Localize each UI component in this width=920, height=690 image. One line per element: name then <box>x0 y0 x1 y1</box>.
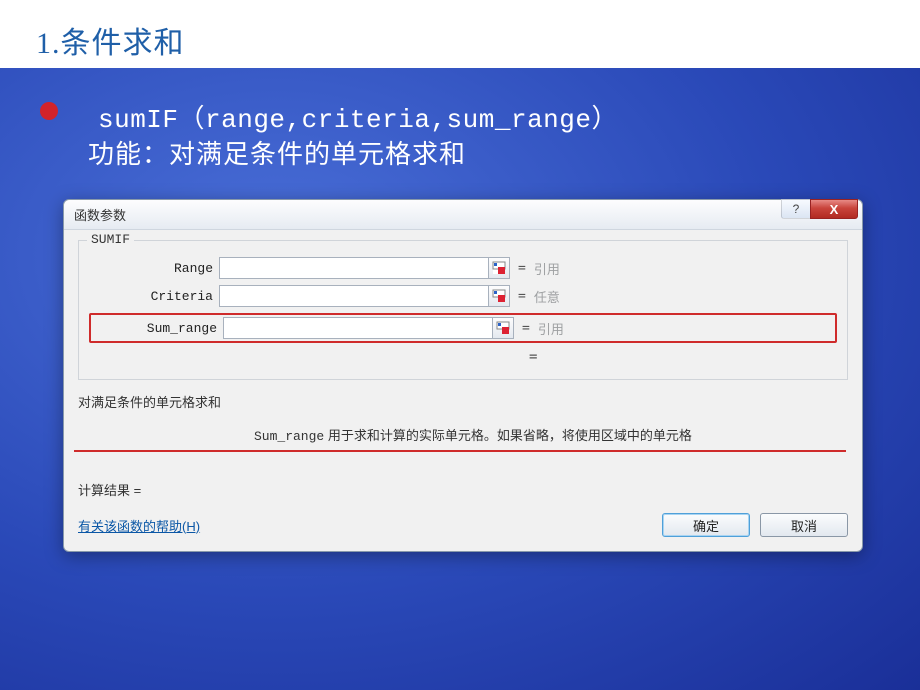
dialog-titlebar[interactable]: 函数参数 ? X <box>64 200 862 230</box>
cancel-button[interactable]: 取消 <box>760 513 848 537</box>
param-row-criteria: Criteria = 任意 <box>89 285 837 307</box>
parameter-description: Sum_range 用于求和计算的实际单元格。如果省略，将使用区域中的单元格 <box>74 425 846 452</box>
function-description: 功能：对满足条件的单元格求和 <box>88 134 466 171</box>
window-buttons: ? X <box>782 199 858 219</box>
dialog-title: 函数参数 <box>74 205 126 224</box>
sum-range-hint: 引用 <box>538 319 564 338</box>
sum-range-ref-button[interactable] <box>492 317 514 339</box>
param-label-range: Range <box>89 261 219 276</box>
function-name-label: SUMIF <box>87 232 134 247</box>
equals-sign: = <box>518 289 526 304</box>
function-group: SUMIF Range = 引用 <box>78 240 848 380</box>
collapse-dialog-icon <box>492 289 506 303</box>
bullet-icon <box>40 102 58 120</box>
range-input[interactable] <box>219 257 489 279</box>
dialog-buttons: 确定 取消 <box>662 513 848 537</box>
result-label: 计算结果 = <box>78 480 848 499</box>
slide-heading: 1.条件求和 <box>0 0 920 62</box>
criteria-ref-button[interactable] <box>488 285 510 307</box>
equals-sign: = <box>522 321 530 336</box>
range-ref-button[interactable] <box>488 257 510 279</box>
collapse-dialog-icon <box>496 321 510 335</box>
help-link[interactable]: 有关该函数的帮助(H) <box>78 516 200 535</box>
help-button[interactable]: ? <box>781 199 811 219</box>
sum-range-input[interactable] <box>223 317 493 339</box>
ok-button[interactable]: 确定 <box>662 513 750 537</box>
criteria-input[interactable] <box>219 285 489 307</box>
function-arguments-dialog: 函数参数 ? X SUMIF Range <box>63 199 863 552</box>
collapse-dialog-icon <box>492 261 506 275</box>
result-equals: = <box>529 349 837 365</box>
dialog-footer: 有关该函数的帮助(H) 确定 取消 <box>78 509 848 537</box>
close-button[interactable]: X <box>810 199 858 219</box>
function-description-main: 对满足条件的单元格求和 <box>78 392 848 411</box>
slide-body: sumIF（range,criteria,sum_range） 功能：对满足条件… <box>0 68 920 690</box>
desc-param-name: Sum_range <box>254 429 324 444</box>
range-hint: 引用 <box>534 259 560 278</box>
param-label-criteria: Criteria <box>89 289 219 304</box>
param-row-range: Range = 引用 <box>89 257 837 279</box>
equals-sign: = <box>518 261 526 276</box>
bullet-row: sumIF（range,criteria,sum_range） <box>40 98 618 135</box>
param-label-sum-range: Sum_range <box>93 321 223 336</box>
formula-text: sumIF（range,criteria,sum_range） <box>98 98 618 135</box>
desc-param-text: 用于求和计算的实际单元格。如果省略，将使用区域中的单元格 <box>324 428 692 443</box>
dialog-body: SUMIF Range = 引用 <box>64 230 862 551</box>
param-row-sum-range: Sum_range = 引用 <box>89 313 837 343</box>
criteria-hint: 任意 <box>534 287 560 306</box>
